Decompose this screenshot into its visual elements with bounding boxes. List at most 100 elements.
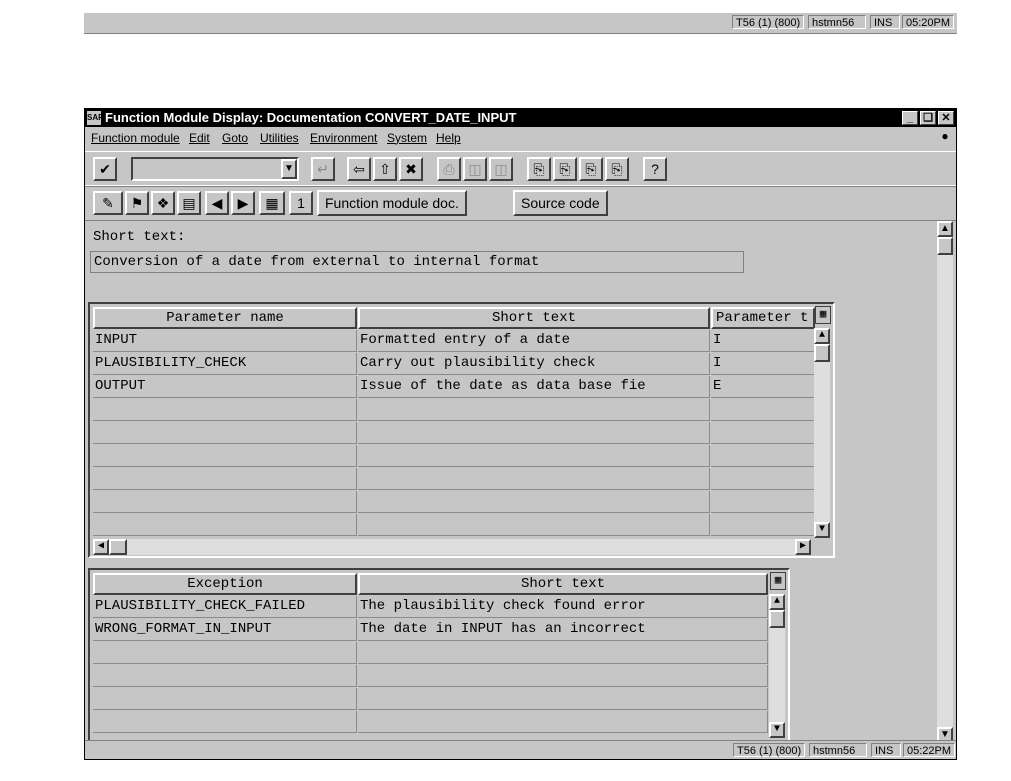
bottom-time-info: 05:22PM: [903, 743, 955, 757]
command-field[interactable]: [131, 157, 299, 181]
table-cell[interactable]: Carry out plausibility check: [358, 353, 710, 375]
table-cell[interactable]: [93, 468, 357, 490]
table-cell[interactable]: [358, 491, 710, 513]
next-icon[interactable]: ▶: [231, 191, 255, 215]
previous-page-icon[interactable]: ⎘: [553, 157, 577, 181]
window-vertical-scrollbar[interactable]: ▲ ▼: [937, 221, 953, 743]
parameters-horizontal-scrollbar[interactable]: ◀ ▶: [93, 539, 811, 555]
header-short-text[interactable]: Short text: [358, 307, 710, 329]
table-cell[interactable]: OUTPUT: [93, 376, 357, 398]
menu-system[interactable]: System: [387, 127, 427, 149]
table-cell[interactable]: [711, 399, 815, 421]
table-settings-icon[interactable]: ▦: [815, 306, 831, 324]
command-dropdown-icon[interactable]: ▼: [281, 159, 297, 179]
table-cell[interactable]: WRONG_FORMAT_IN_INPUT: [93, 619, 357, 641]
menu-edit[interactable]: Edit: [189, 127, 210, 149]
first-page-icon[interactable]: ⎘: [527, 157, 551, 181]
table-cell[interactable]: [711, 491, 815, 513]
scroll-thumb[interactable]: [937, 237, 953, 255]
param-scroll-right-icon[interactable]: ▶: [795, 539, 811, 555]
table-cell[interactable]: I: [711, 353, 815, 375]
other-object-icon[interactable]: ❖: [151, 191, 175, 215]
table-cell[interactable]: [711, 422, 815, 444]
back-icon[interactable]: ⇦: [347, 157, 371, 181]
one-level-icon[interactable]: 1: [289, 191, 313, 215]
find-icon[interactable]: ◫: [463, 157, 487, 181]
menu-environment[interactable]: Environment: [310, 127, 377, 149]
table-cell[interactable]: The plausibility check found error: [358, 596, 768, 618]
param-scroll-up-icon[interactable]: ▲: [814, 328, 830, 344]
last-page-icon[interactable]: ⎘: [605, 157, 629, 181]
exc-scroll-up-icon[interactable]: ▲: [769, 594, 785, 610]
table-cell[interactable]: [358, 399, 710, 421]
table-cell[interactable]: [358, 468, 710, 490]
table-cell[interactable]: [358, 514, 710, 536]
table-cell[interactable]: Formatted entry of a date: [358, 330, 710, 352]
scroll-up-icon[interactable]: ▲: [937, 221, 953, 237]
table-cell[interactable]: [93, 665, 357, 687]
function-module-doc-button[interactable]: Function module doc.: [317, 190, 467, 216]
table-cell[interactable]: [93, 514, 357, 536]
header-exception[interactable]: Exception: [93, 573, 357, 595]
close-button[interactable]: ✕: [938, 111, 954, 125]
menu-help[interactable]: Help: [436, 127, 461, 149]
enter-icon[interactable]: ↵: [311, 157, 335, 181]
exceptions-settings-icon[interactable]: ▦: [770, 572, 786, 590]
table-cell[interactable]: [93, 642, 357, 664]
table-cell[interactable]: PLAUSIBILITY_CHECK: [93, 353, 357, 375]
menu-goto[interactable]: Goto: [222, 127, 248, 149]
table-cell[interactable]: [93, 399, 357, 421]
table-cell[interactable]: I: [711, 330, 815, 352]
header-parameter-type[interactable]: Parameter t: [711, 307, 815, 329]
find-next-icon[interactable]: ◫: [489, 157, 513, 181]
cancel-icon[interactable]: ✖: [399, 157, 423, 181]
short-text-field[interactable]: Conversion of a date from external to in…: [90, 251, 744, 273]
table-cell[interactable]: [711, 514, 815, 536]
menu-utilities[interactable]: Utilities: [260, 127, 299, 149]
table-cell[interactable]: [358, 711, 768, 733]
table-cell[interactable]: [358, 642, 768, 664]
next-page-icon[interactable]: ⎘: [579, 157, 603, 181]
check-icon[interactable]: ✔: [93, 157, 117, 181]
table-cell[interactable]: [93, 445, 357, 467]
table-cell[interactable]: [358, 445, 710, 467]
header-parameter-name[interactable]: Parameter name: [93, 307, 357, 329]
table-cell[interactable]: [93, 422, 357, 444]
table-cell[interactable]: [358, 422, 710, 444]
table-cell[interactable]: [711, 468, 815, 490]
param-hscroll-thumb[interactable]: [109, 539, 127, 555]
restore-button[interactable]: ❏: [920, 111, 936, 125]
table-cell[interactable]: [358, 688, 768, 710]
help-icon[interactable]: ?: [643, 157, 667, 181]
bottom-status-bar: T56 (1) (800) hstmn56 INS 05:22PM: [85, 740, 956, 759]
exc-scroll-thumb[interactable]: [769, 610, 785, 628]
table-icon[interactable]: ▦: [259, 191, 285, 215]
table-cell[interactable]: [93, 711, 357, 733]
exceptions-vertical-scrollbar[interactable]: ▲ ▼: [769, 594, 785, 738]
table-cell[interactable]: [358, 665, 768, 687]
header-exception-short-text[interactable]: Short text: [358, 573, 768, 595]
table-cell[interactable]: [711, 445, 815, 467]
table-cell[interactable]: PLAUSIBILITY_CHECK_FAILED: [93, 596, 357, 618]
source-code-button[interactable]: Source code: [513, 190, 608, 216]
param-scroll-down-icon[interactable]: ▼: [814, 522, 830, 538]
exc-scroll-down-icon[interactable]: ▼: [769, 722, 785, 738]
minimize-button[interactable]: _: [902, 111, 918, 125]
table-cell[interactable]: E: [711, 376, 815, 398]
print-icon[interactable]: ⎙: [437, 157, 461, 181]
param-scroll-thumb[interactable]: [814, 344, 830, 362]
table-cell[interactable]: [93, 688, 357, 710]
table-cell[interactable]: [93, 491, 357, 513]
table-cell[interactable]: The date in INPUT has an incorrect: [358, 619, 768, 641]
menu-function-module[interactable]: Function module: [91, 127, 180, 149]
table-cell[interactable]: Issue of the date as data base fie: [358, 376, 710, 398]
table-cell[interactable]: INPUT: [93, 330, 357, 352]
previous-icon[interactable]: ◀: [205, 191, 229, 215]
sap-app-icon[interactable]: SAP: [87, 111, 103, 125]
print-doc-icon[interactable]: ▤: [177, 191, 201, 215]
display-change-icon[interactable]: ✎: [93, 191, 123, 215]
where-used-icon[interactable]: ⚑: [125, 191, 149, 215]
param-scroll-left-icon[interactable]: ◀: [93, 539, 109, 555]
parameters-vertical-scrollbar[interactable]: ▲ ▼: [814, 328, 830, 538]
exit-icon[interactable]: ⇧: [373, 157, 397, 181]
